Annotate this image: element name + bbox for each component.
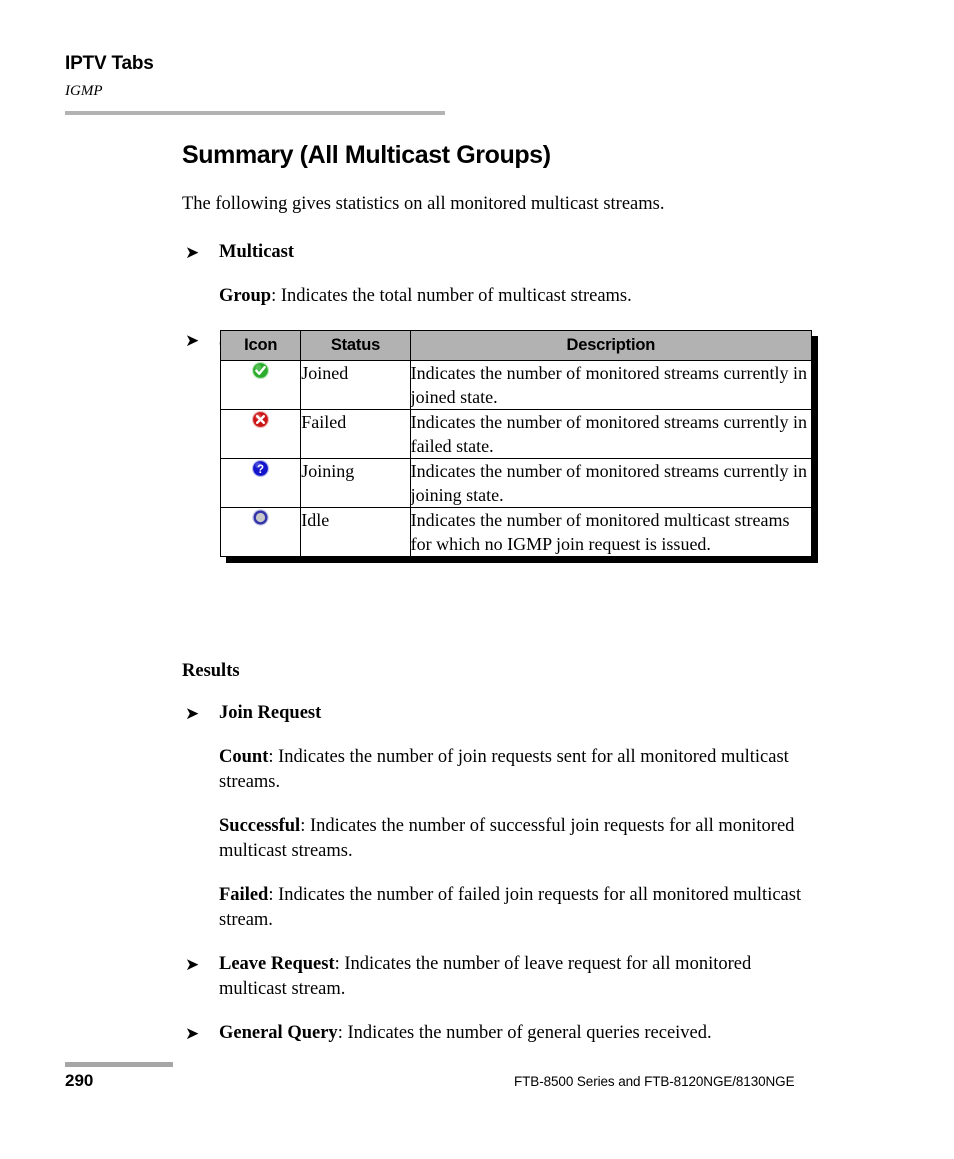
bullet-general-query-term: General Query <box>219 1023 338 1043</box>
bullet-general-query: ➤ General Query: Indicates the number of … <box>182 1021 822 1046</box>
column-header-description: Description <box>409 330 813 361</box>
join-status-table-wrapper: Icon Status Description Joined Indicates… <box>219 330 818 557</box>
definition-failed: Failed: Indicates the number of failed j… <box>182 883 822 933</box>
cell-icon <box>219 360 302 410</box>
definition-group-term: Group <box>219 286 272 306</box>
table-header-row: Icon Status Description <box>219 330 813 361</box>
bullet-join-request: ➤ Join Request <box>182 701 822 726</box>
intro-paragraph: The following gives statistics on all mo… <box>182 194 665 214</box>
green-check-circle-icon <box>251 361 270 380</box>
cell-status: Joined <box>300 360 411 410</box>
cell-icon: ? <box>219 458 302 508</box>
header-divider <box>65 111 445 115</box>
footer-document-title: FTB-8500 Series and FTB-8120NGE/8130NGE <box>514 1074 795 1089</box>
bullet-arrow-icon: ➤ <box>185 704 200 724</box>
definition-failed-desc: : Indicates the number of failed join re… <box>219 885 802 930</box>
cell-description: Indicates the number of monitored stream… <box>409 458 813 508</box>
results-section: Results ➤ Join Request Count: Indicates … <box>182 659 822 1065</box>
running-header-subtitle: IGMP <box>65 83 103 99</box>
join-status-table: Icon Status Description Joined Indicates… <box>219 330 813 557</box>
table-row: Idle Indicates the number of monitored m… <box>219 507 813 557</box>
bullet-join-request-label: Join Request <box>219 703 322 723</box>
cell-status: Idle <box>300 507 411 557</box>
running-header-title: IPTV Tabs <box>65 53 154 74</box>
table-row: Joined Indicates the number of monitored… <box>219 360 813 410</box>
gray-idle-ring-icon <box>251 508 270 527</box>
definition-group: Group: Indicates the total number of mul… <box>182 284 822 309</box>
cell-description: Indicates the number of monitored stream… <box>409 409 813 459</box>
bullet-general-query-desc: : Indicates the number of general querie… <box>337 1023 712 1043</box>
bullet-arrow-icon: ➤ <box>185 331 200 351</box>
cell-description: Indicates the number of monitored multic… <box>409 507 813 557</box>
bullet-multicast-label: Multicast <box>219 242 295 262</box>
cell-icon <box>219 409 302 459</box>
bullet-multicast: ➤ Multicast <box>182 240 822 265</box>
cell-status: Failed <box>300 409 411 459</box>
definition-count: Count: Indicates the number of join requ… <box>182 745 822 795</box>
cell-icon <box>219 507 302 557</box>
bullet-arrow-icon: ➤ <box>185 1024 200 1044</box>
cell-description: Indicates the number of monitored stream… <box>409 360 813 410</box>
definition-group-desc: : Indicates the total number of multicas… <box>271 286 632 306</box>
cell-status: Joining <box>300 458 411 508</box>
footer-divider <box>65 1062 173 1067</box>
bullet-leave-request-term: Leave Request <box>219 954 335 974</box>
definition-failed-term: Failed <box>219 885 269 905</box>
bullet-arrow-icon: ➤ <box>185 955 200 975</box>
definition-successful: Successful: Indicates the number of succ… <box>182 814 822 864</box>
column-header-icon: Icon <box>219 330 302 361</box>
results-heading: Results <box>182 661 240 681</box>
red-x-circle-icon <box>251 410 270 429</box>
definition-successful-desc: : Indicates the number of successful joi… <box>219 816 795 861</box>
svg-text:?: ? <box>257 464 264 476</box>
table-row: ? Joining Indicates the number of monito… <box>219 458 813 508</box>
definition-count-term: Count <box>219 747 269 767</box>
page-title: Summary (All Multicast Groups) <box>182 141 551 169</box>
page-number: 290 <box>65 1071 94 1090</box>
table-row: Failed Indicates the number of monitored… <box>219 409 813 459</box>
bullet-leave-request: ➤ Leave Request: Indicates the number of … <box>182 952 822 1002</box>
definition-successful-term: Successful <box>219 816 301 836</box>
running-header: IPTV Tabs IGMP <box>65 52 445 115</box>
column-header-status: Status <box>300 330 411 361</box>
bullet-arrow-icon: ➤ <box>185 243 200 263</box>
definition-count-desc: : Indicates the number of join requests … <box>219 747 789 792</box>
blue-question-circle-icon: ? <box>251 459 270 478</box>
